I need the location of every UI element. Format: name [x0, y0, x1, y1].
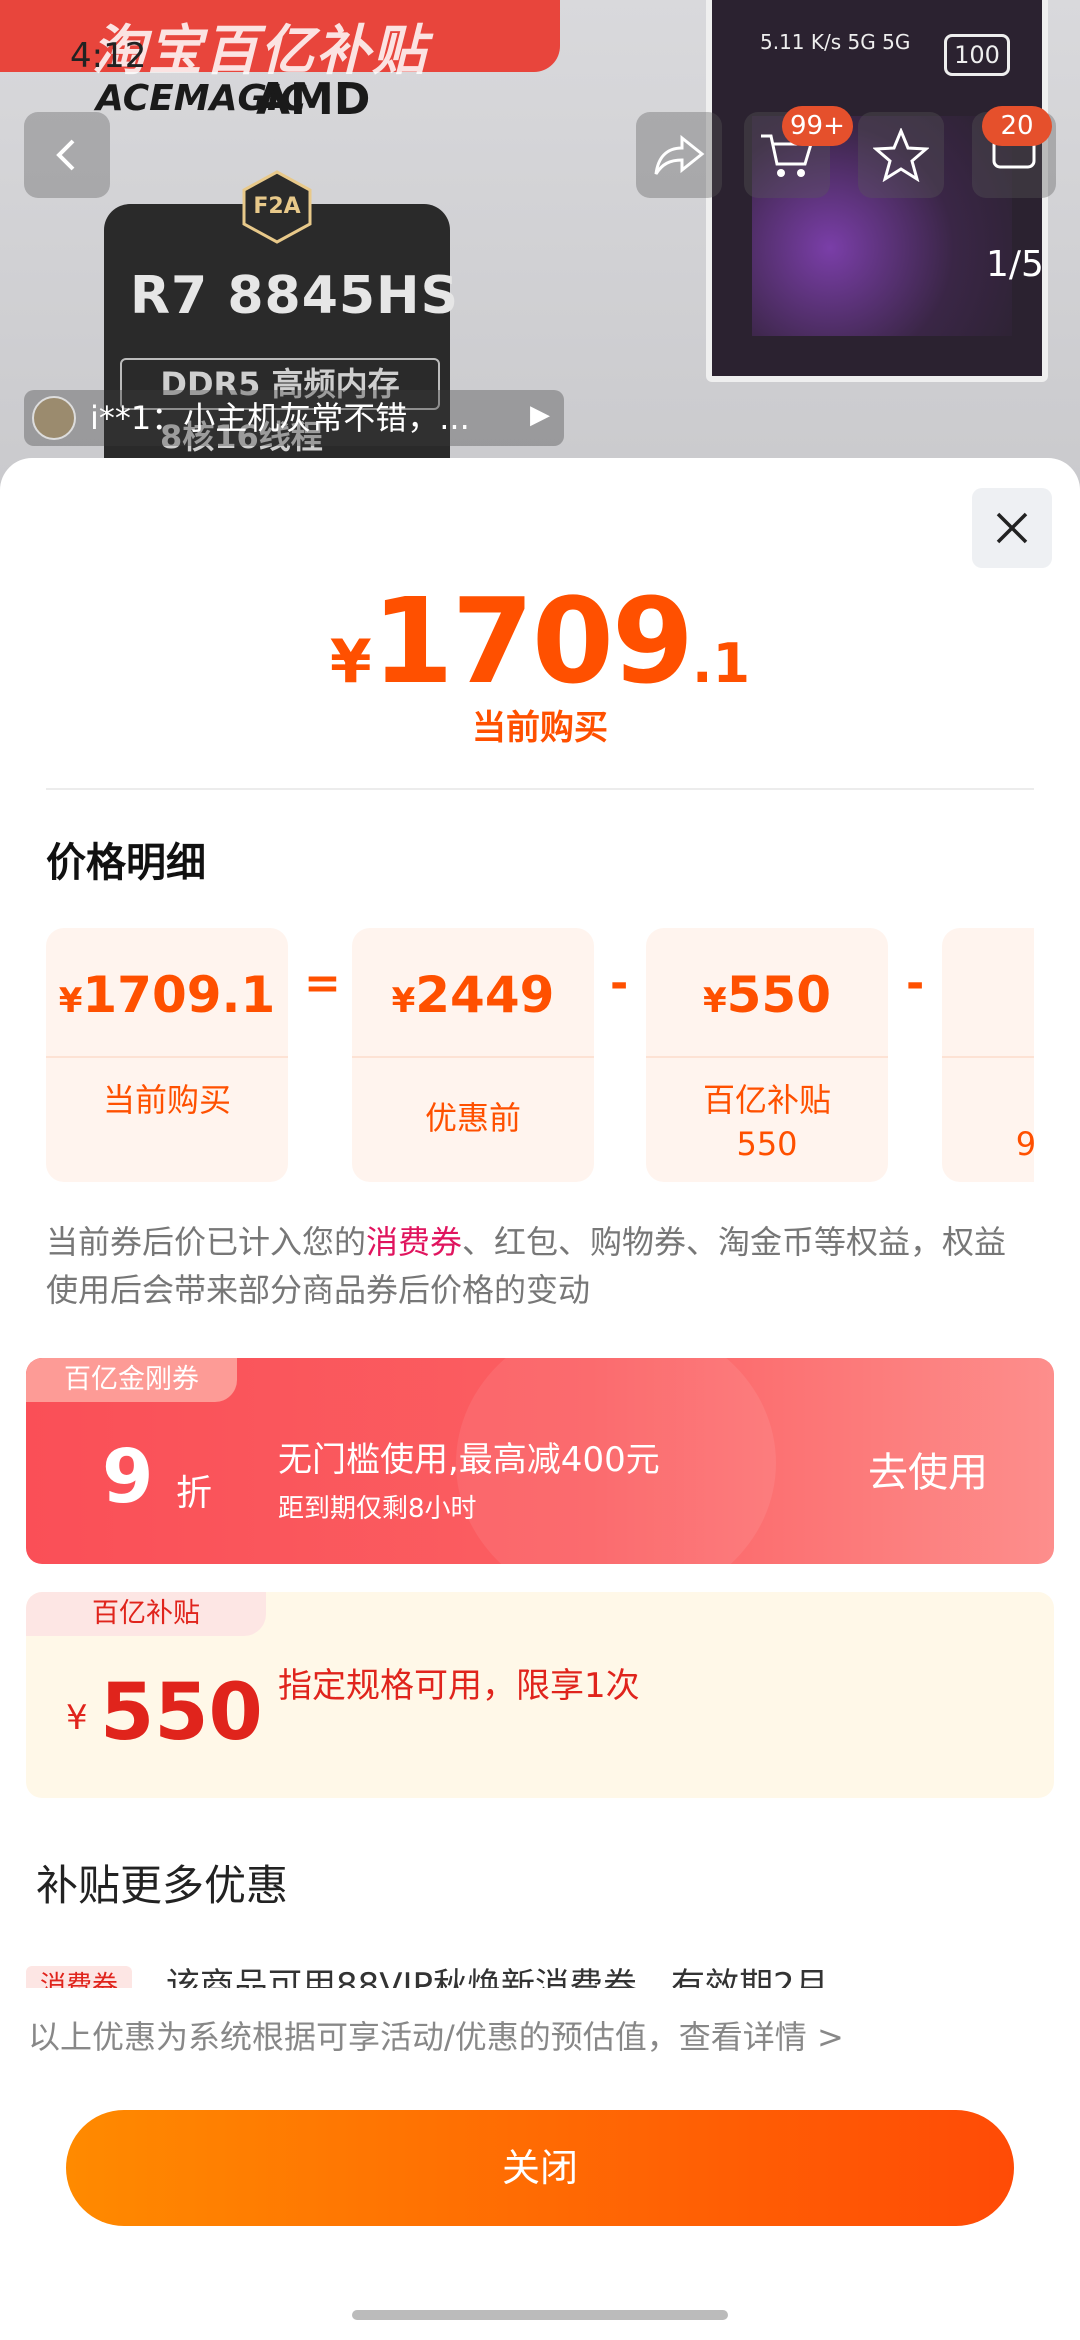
coupon-description: 无门槛使用,最高减400元	[278, 1440, 660, 1480]
gallery-page-indicator: 1/5	[986, 244, 1044, 285]
chip-badge: F2A	[240, 170, 314, 244]
coupon-description: 指定规格可用，限享1次	[278, 1666, 640, 1706]
cart-count-badge: 99+	[782, 106, 853, 146]
chevron-left-icon	[56, 139, 75, 171]
back-button[interactable]	[24, 112, 110, 198]
star-icon	[873, 128, 929, 182]
minus-operator: -	[610, 958, 629, 1009]
home-indicator[interactable]	[352, 2310, 728, 2320]
share-button[interactable]	[636, 112, 722, 198]
coupon-tag: 百亿金刚券	[26, 1358, 237, 1402]
price-notice: 当前券后价已计入您的消费券、红包、购物券、淘金币等权益，权益使用后会带来部分商品…	[46, 1223, 1007, 1309]
minus-operator: -	[906, 958, 925, 1009]
coupon-tag: 百亿补贴	[26, 1592, 266, 1636]
breakdown-card-current: ¥1709.1 当前购买	[46, 928, 288, 1182]
close-icon	[996, 512, 1028, 544]
breakdown-card-original: ¥2449 优惠前	[352, 928, 594, 1182]
favorite-button[interactable]	[858, 112, 944, 198]
battery-icon: 100	[944, 34, 1010, 76]
review-text: i**1：小主机灰常不错，...	[90, 399, 470, 437]
network-status: 5.11 K/s 5G 5G	[760, 30, 911, 54]
coupon-discount-value: 9	[102, 1434, 154, 1520]
cart-button[interactable]: 99+	[744, 106, 853, 198]
coupon-card-subsidy: 百亿补贴 ¥ 550 指定规格可用，限享1次	[26, 1592, 1054, 1798]
more-offer-row[interactable]: 消费券 该商品可用88VIP秋焕新消费券，有效期2月	[26, 1966, 1056, 1988]
more-offers-title: 补贴更多优惠	[36, 1861, 289, 1910]
message-count-badge: 20	[982, 106, 1052, 146]
current-price-label: 当前购买	[472, 708, 608, 748]
avatar	[32, 396, 76, 440]
consumption-coupon-link[interactable]: 消费券	[366, 1223, 462, 1261]
coupon-expiry: 距到期仅剩8小时	[278, 1494, 477, 1524]
coupon-card-discount[interactable]: 百亿金刚券 9 折 无门槛使用,最高减400元 距到期仅剩8小时 去使用	[26, 1358, 1054, 1564]
coupon-amount: 550	[100, 1668, 263, 1758]
close-button[interactable]: 关闭	[66, 2110, 1014, 2226]
estimate-details-link[interactable]: 以上优惠为系统根据可享活动/优惠的预估值，查看详情 >	[28, 2012, 844, 2058]
sheet-close-button[interactable]	[972, 488, 1052, 568]
play-arrow-icon: ▶	[530, 400, 550, 430]
coupon-currency: ¥	[66, 1698, 88, 1738]
offer-tag: 消费券	[26, 1966, 133, 1988]
coupon-discount-unit: 折	[176, 1473, 213, 1514]
equals-operator: =	[304, 958, 341, 1009]
divider	[46, 788, 1034, 790]
offer-text: 该商品可用88VIP秋焕新消费券，有效期2月	[166, 1966, 829, 1988]
price-breakdown-cards: ¥1709.1 当前购买 = ¥2449 优惠前 - ¥550 百亿补贴 550…	[46, 928, 1034, 1182]
brand-logo-amd: AMD	[256, 74, 371, 125]
use-coupon-button[interactable]: 去使用	[868, 1440, 988, 1498]
review-ticker[interactable]: i**1：小主机灰常不错，... ▶	[24, 390, 564, 446]
status-time: 4:12	[70, 36, 147, 76]
cpu-model: R7 8845HS	[130, 266, 460, 326]
message-button[interactable]: 20	[972, 106, 1056, 198]
current-price: ¥1709.1	[329, 572, 751, 710]
breakdown-title: 价格明细	[46, 840, 206, 886]
product-gallery[interactable]: 淘宝百亿补贴 4:12 ACEMAGIC AMD F2A R7 8845HS D…	[0, 0, 1080, 520]
breakdown-card-coupon: ¥ 百 9折,最	[942, 928, 1034, 1182]
breakdown-card-subsidy: ¥550 百亿补贴 550	[646, 928, 888, 1182]
share-icon	[654, 134, 705, 175]
